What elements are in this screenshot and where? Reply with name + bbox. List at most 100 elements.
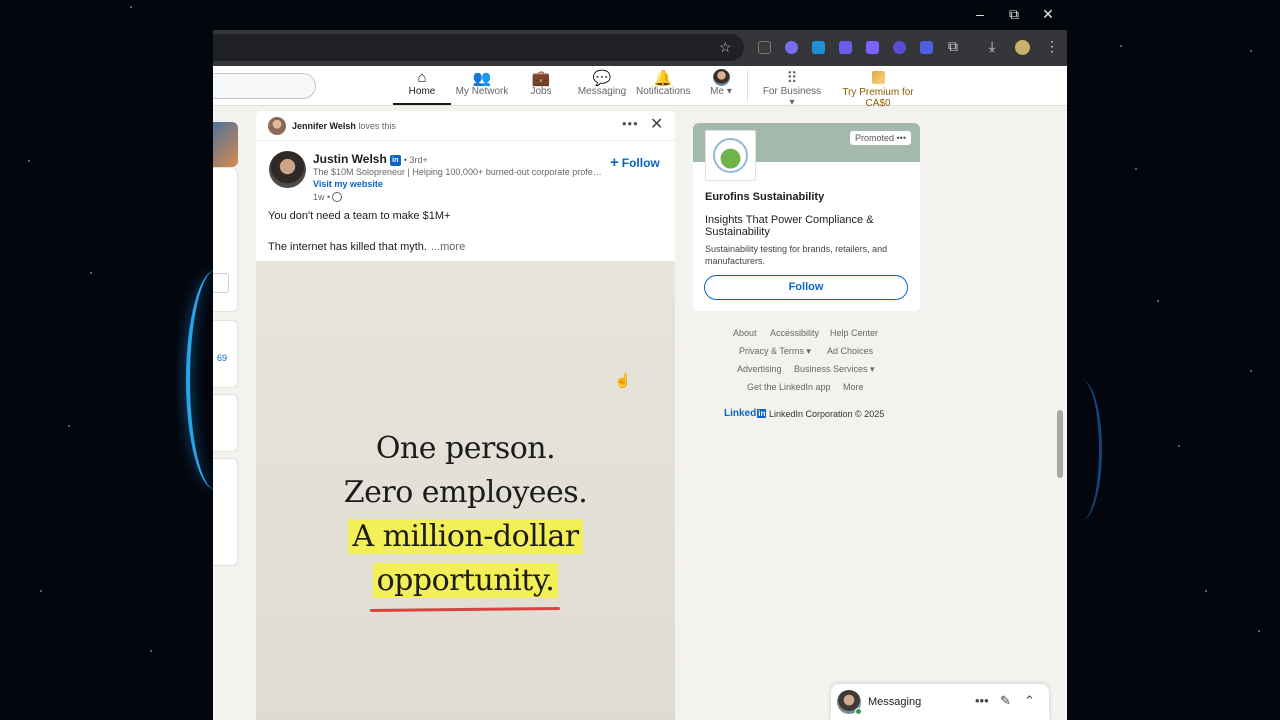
- browser-toolbar: ☆ ⧉ ⤓ ⋮: [213, 30, 1067, 66]
- restore-button[interactable]: ⧉: [997, 6, 1031, 23]
- post-image[interactable]: One person. Zero employees. A million-do…: [256, 261, 675, 720]
- nav-home[interactable]: ⌂ Home: [406, 69, 438, 97]
- ad-description: Sustainability testing for brands, retai…: [705, 244, 888, 266]
- chevron-up-icon[interactable]: ⌃: [1024, 693, 1035, 709]
- image-text: One person.: [375, 431, 556, 466]
- footer-link-more[interactable]: More: [843, 382, 864, 392]
- active-tab-indicator: [393, 103, 451, 105]
- ad-title: Insights That Power Compliance & Sustain…: [705, 214, 874, 238]
- nav-label: Jobs: [530, 86, 552, 97]
- left-rail-card: [213, 394, 238, 452]
- activity-text: Jennifer Welsh loves this: [292, 121, 396, 131]
- follow-button[interactable]: + Follow: [610, 154, 660, 171]
- search-input[interactable]: [213, 73, 316, 99]
- browser-window: ☆ ⧉ ⤓ ⋮ ⌂ Home 👥 My Network 💼 Jobs 💬 Mes…: [213, 30, 1067, 720]
- company-logo[interactable]: [705, 130, 756, 181]
- briefcase-icon: 💼: [531, 70, 551, 87]
- post-activity-header: Jennifer Welsh loves this ••• ✕: [256, 111, 675, 141]
- post-text: You don't need a team to make $1M+: [268, 210, 451, 222]
- stat-count: 69: [217, 353, 228, 363]
- nav-messaging[interactable]: 💬 Messaging: [577, 69, 627, 97]
- more-options-icon[interactable]: •••: [622, 116, 639, 131]
- avatar: [712, 69, 730, 86]
- extension-icon[interactable]: [839, 41, 852, 54]
- network-icon: 👥: [472, 70, 492, 87]
- grid-icon: ⠿: [786, 70, 798, 87]
- extension-icon[interactable]: [866, 41, 879, 54]
- close-window-button[interactable]: ✕: [1031, 6, 1065, 23]
- mouse-cursor-icon: ☝: [614, 372, 632, 388]
- bell-icon: 🔔: [653, 70, 673, 87]
- footer-link-help-center[interactable]: Help Center: [830, 328, 878, 338]
- home-icon: ⌂: [417, 69, 427, 86]
- globe-icon: [332, 192, 343, 202]
- author-headline: The $10M Solopreneur | Helping 100,000+ …: [313, 167, 605, 177]
- image-text: Zero employees.: [343, 475, 588, 510]
- see-more-link[interactable]: ...more: [431, 241, 465, 253]
- footer-link-advertising[interactable]: Advertising: [737, 364, 782, 374]
- chat-icon: 💬: [592, 70, 612, 87]
- nav-label: For Business: [762, 86, 822, 97]
- promoted-badge[interactable]: Promoted •••: [850, 131, 911, 145]
- minimize-button[interactable]: –: [963, 6, 997, 22]
- extension-icon[interactable]: [920, 41, 933, 54]
- red-underline: [369, 607, 561, 612]
- extension-icon[interactable]: [893, 41, 906, 54]
- post-time: 1w •: [313, 192, 343, 202]
- footer-link-business-services[interactable]: Business Services ▾: [794, 364, 875, 375]
- premium-icon: [871, 71, 885, 84]
- copyright-text: LinkedIn Corporation © 2025: [769, 409, 885, 419]
- profile-stats-card[interactable]: 69: [213, 320, 238, 388]
- compose-icon[interactable]: ✎: [1000, 693, 1011, 709]
- browser-menu-icon[interactable]: ⋮: [1045, 38, 1059, 55]
- footer-link-about[interactable]: About: [733, 328, 757, 338]
- nav-notifications[interactable]: 🔔 Notifications: [636, 69, 690, 97]
- extensions-puzzle-icon[interactable]: ⧉: [948, 38, 958, 55]
- linkedin-logo: Linked in: [724, 408, 767, 419]
- leaf-logo-icon: [713, 138, 748, 173]
- footer-link-ad-choices[interactable]: Ad Choices: [827, 346, 873, 356]
- messaging-label: Messaging: [868, 696, 922, 708]
- ad-follow-button[interactable]: Follow: [704, 275, 908, 300]
- linkedin-badge-icon: in: [389, 155, 401, 166]
- more-options-icon[interactable]: •••: [975, 693, 989, 708]
- nav-for-business[interactable]: ⠿ For Business ▾: [760, 69, 824, 108]
- bookmark-star-icon[interactable]: ☆: [719, 39, 732, 56]
- post-text: The internet has killed that myth. ...mor…: [268, 241, 466, 253]
- nav-jobs[interactable]: 💼 Jobs: [525, 69, 557, 97]
- extension-icon[interactable]: [785, 41, 798, 54]
- ad-company-name[interactable]: Eurofins Sustainability: [705, 191, 824, 203]
- image-text: opportunity.: [256, 563, 675, 598]
- extension-icon[interactable]: [812, 41, 825, 54]
- nav-try-premium[interactable]: Try Premium for CA$0: [832, 69, 924, 109]
- messaging-overlay[interactable]: Messaging ••• ✎ ⌃: [831, 684, 1049, 720]
- author-avatar[interactable]: [269, 151, 306, 188]
- profile-cover-image: [213, 122, 238, 167]
- footer-link-get-app[interactable]: Get the LinkedIn app: [747, 382, 831, 392]
- download-icon[interactable]: ⤓: [989, 38, 995, 55]
- image-text: A million-dollar: [256, 519, 675, 554]
- close-icon[interactable]: ✕: [650, 114, 663, 134]
- nav-label: Me: [710, 86, 725, 97]
- nav-label: Home: [408, 86, 436, 97]
- visit-website-link[interactable]: Visit my website: [313, 179, 383, 189]
- promoted-ad-card: Promoted ••• Eurofins Sustainability Ins…: [693, 123, 920, 311]
- nav-my-network[interactable]: 👥 My Network: [453, 69, 511, 97]
- nav-me[interactable]: Me ▾: [706, 69, 736, 97]
- avatar[interactable]: [268, 117, 286, 135]
- author-name[interactable]: Justin Welsh in • 3rd+: [313, 152, 428, 166]
- address-bar[interactable]: [213, 34, 744, 61]
- nav-label: My Network: [455, 86, 509, 97]
- extension-icon[interactable]: [758, 41, 771, 54]
- nav-label: Try Premium for CA$0: [842, 87, 914, 109]
- footer-link-privacy-terms[interactable]: Privacy & Terms ▾: [739, 346, 811, 357]
- feed-post: Jennifer Welsh loves this ••• ✕ Justin W…: [256, 111, 675, 720]
- scrollbar[interactable]: [1057, 410, 1063, 478]
- footer-link-accessibility[interactable]: Accessibility: [770, 328, 819, 338]
- nav-label: Notifications: [636, 86, 691, 97]
- linkedin-top-nav: ⌂ Home 👥 My Network 💼 Jobs 💬 Messaging 🔔…: [213, 66, 1067, 109]
- left-rail-card: [213, 458, 238, 566]
- profile-card: [213, 167, 238, 312]
- profile-avatar[interactable]: [1015, 40, 1030, 55]
- nav-label: Messaging: [577, 86, 627, 97]
